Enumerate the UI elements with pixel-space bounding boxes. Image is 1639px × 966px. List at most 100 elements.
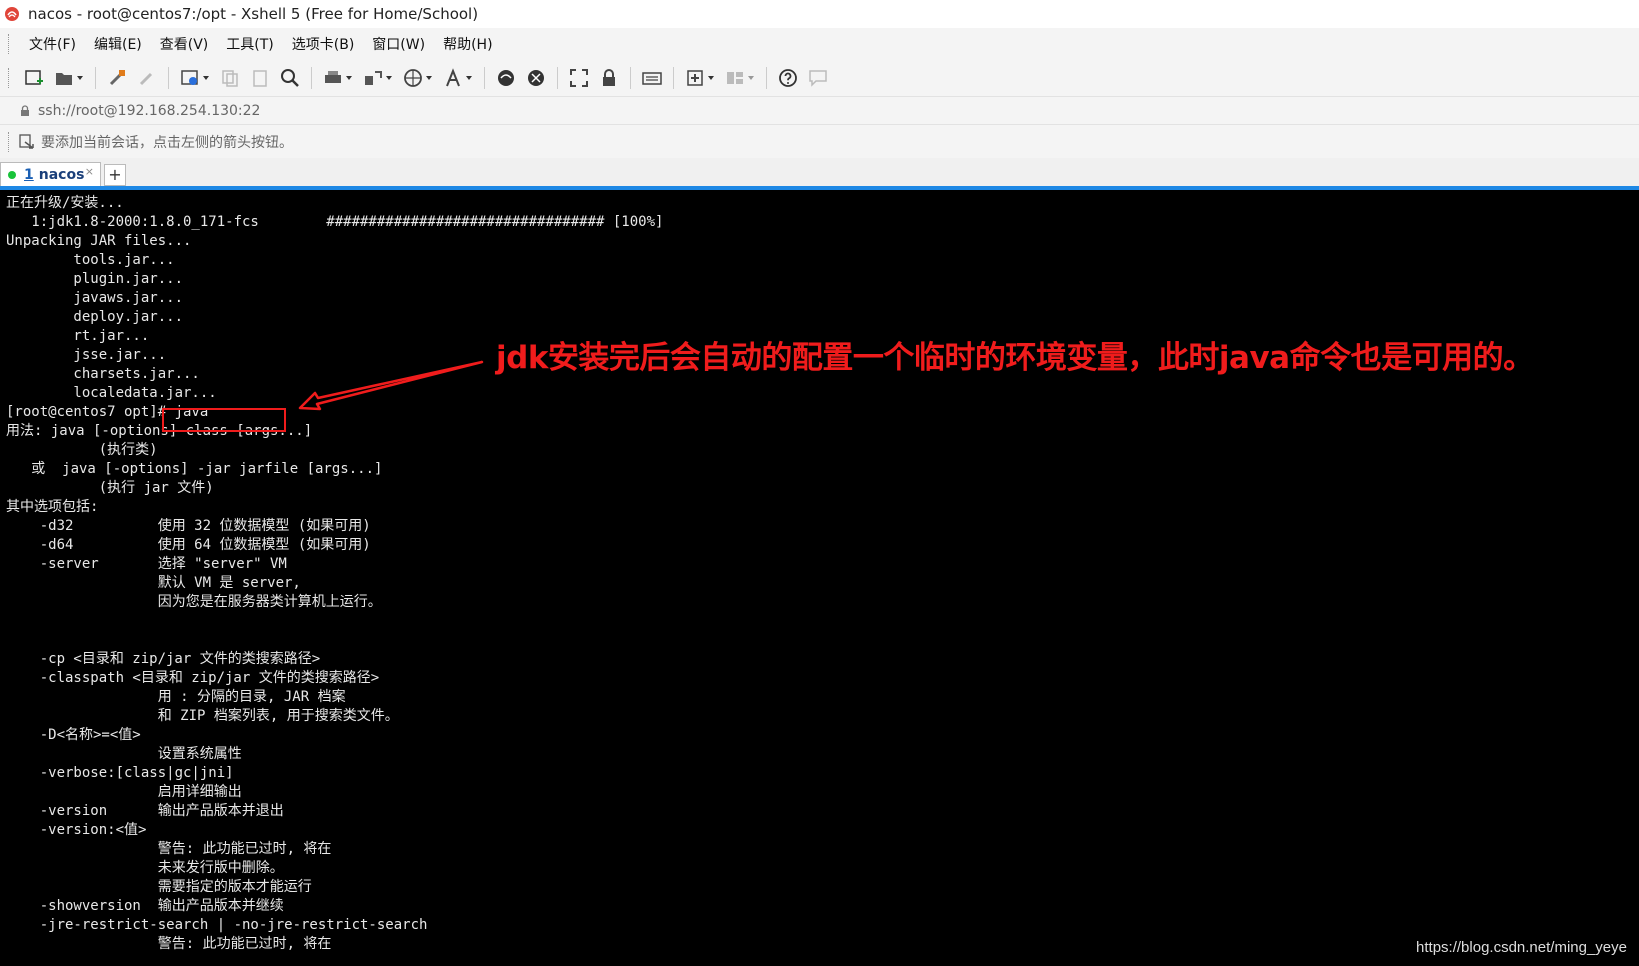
tab-nacos[interactable]: 1 nacos ×	[0, 162, 101, 186]
terminal-line: 其中选项包括:	[6, 499, 99, 515]
properties-icon	[181, 70, 198, 85]
toolbar	[0, 60, 1639, 96]
terminal-line: 默认 VM 是 server,	[6, 575, 301, 591]
print-button[interactable]	[322, 67, 344, 89]
chevron-down-icon[interactable]	[426, 75, 432, 81]
terminal-line: tools.jar...	[6, 252, 175, 268]
encoding-button[interactable]	[402, 67, 424, 89]
tab-label: nacos	[38, 166, 85, 183]
chevron-down-icon[interactable]	[203, 75, 209, 81]
xftp-icon	[498, 70, 514, 86]
new-tab-group-button[interactable]	[684, 67, 706, 89]
copy-icon	[222, 70, 238, 87]
terminal-line: -server 选择 "server" VM	[6, 556, 287, 572]
find-button[interactable]	[279, 67, 301, 89]
terminal-output[interactable]: 正在升级/安装... 1:jdk1.8-2000:1.8.0_171-fcs #…	[0, 190, 1639, 954]
session-address[interactable]: ssh://root@192.168.254.130:22	[38, 103, 260, 119]
terminal-line: 警告: 此功能已过时, 将在	[6, 841, 332, 857]
toolbar-separator	[557, 67, 558, 89]
folder-open-icon	[56, 73, 72, 85]
menu-grip[interactable]	[8, 34, 11, 54]
terminal-line: 需要指定的版本才能运行	[6, 879, 312, 895]
transfer-icon	[365, 71, 382, 85]
layout-icon	[727, 72, 743, 84]
fullscreen-button[interactable]	[568, 67, 590, 89]
add-box-icon	[687, 70, 703, 86]
new-tab-button[interactable]: +	[104, 164, 126, 186]
terminal-line: -d32 使用 32 位数据模型 (如果可用)	[6, 518, 371, 534]
menu-view[interactable]: 查看(V)	[160, 34, 209, 54]
terminal-line: localedata.jar...	[6, 385, 217, 401]
terminal-line: -cp <目录和 zip/jar 文件的类搜索路径>	[6, 651, 321, 667]
menu-file[interactable]: 文件(F)	[29, 34, 76, 54]
terminal-line: -version:<值>	[6, 822, 147, 838]
help-button[interactable]	[777, 67, 799, 89]
xmanager-button[interactable]	[525, 67, 547, 89]
chevron-down-icon[interactable]	[386, 75, 392, 81]
chevron-down-icon[interactable]	[346, 75, 352, 81]
toolbar-separator	[673, 67, 674, 89]
menu-tools[interactable]: 工具(T)	[226, 34, 273, 54]
menu-tabs[interactable]: 选项卡(B)	[292, 34, 355, 54]
transfer-button[interactable]	[362, 67, 384, 89]
toolbar-grip[interactable]	[8, 68, 11, 88]
xftp-button[interactable]	[495, 67, 517, 89]
terminal-line: Unpacking JAR files...	[6, 233, 192, 249]
chevron-down-icon[interactable]	[708, 75, 714, 81]
terminal[interactable]: 正在升级/安装... 1:jdk1.8-2000:1.8.0_171-fcs #…	[0, 190, 1639, 966]
lock-icon	[21, 104, 29, 116]
layout-button[interactable]	[724, 67, 746, 89]
chat-button[interactable]	[807, 67, 829, 89]
new-session-button[interactable]	[23, 67, 45, 89]
disconnect-button[interactable]	[136, 67, 158, 89]
menu-edit[interactable]: 编辑(E)	[94, 34, 142, 54]
terminal-line: -d64 使用 64 位数据模型 (如果可用)	[6, 537, 371, 553]
chevron-down-icon[interactable]	[748, 75, 754, 81]
hint-bar: 要添加当前会话，点击左侧的箭头按钮。	[0, 124, 1639, 158]
keyboard-button[interactable]	[641, 67, 663, 89]
terminal-line: 警告: 此功能已过时, 将在	[6, 936, 332, 952]
terminal-line: (执行类)	[6, 442, 158, 458]
toolbar-separator	[766, 67, 767, 89]
toolbar-separator	[95, 67, 96, 89]
xshell-app-icon	[5, 7, 19, 21]
terminal-line: -classpath <目录和 zip/jar 文件的类搜索路径>	[6, 670, 380, 686]
terminal-line: 或 java [-options] -jar jarfile [args...]	[6, 461, 383, 477]
close-icon[interactable]: ×	[85, 165, 94, 178]
chevron-down-icon[interactable]	[466, 75, 472, 81]
tab-strip: 1 nacos × +	[0, 158, 1639, 190]
terminal-line: 设置系统属性	[6, 746, 242, 762]
terminal-line: [root@centos7 opt]# java	[6, 404, 209, 420]
terminal-line: -D<名称>=<值>	[6, 727, 141, 743]
add-session-arrow-icon[interactable]	[19, 133, 35, 150]
terminal-line: 1:jdk1.8-2000:1.8.0_171-fcs ############…	[6, 214, 664, 230]
address-bar[interactable]: ssh://root@192.168.254.130:22	[0, 96, 1639, 124]
window-title: nacos - root@centos7:/opt - Xshell 5 (Fr…	[28, 5, 479, 23]
reconnect-button[interactable]	[106, 67, 128, 89]
menu-bar: 文件(F) 编辑(E) 查看(V) 工具(T) 选项卡(B) 窗口(W) 帮助(…	[0, 28, 1639, 60]
hint-grip[interactable]	[8, 131, 11, 152]
chevron-down-icon[interactable]	[77, 75, 83, 81]
toolbar-separator	[630, 67, 631, 89]
menu-window[interactable]: 窗口(W)	[372, 34, 425, 54]
properties-button[interactable]	[179, 67, 201, 89]
terminal-line: deploy.jar...	[6, 309, 184, 325]
keyboard-icon	[642, 72, 662, 85]
menu-help[interactable]: 帮助(H)	[443, 34, 492, 54]
terminal-line: -version 输出产品版本并退出	[6, 803, 284, 819]
lock-button[interactable]	[598, 67, 620, 89]
terminal-line: 因为您是在服务器类计算机上运行。	[6, 594, 382, 610]
copy-button[interactable]	[219, 67, 241, 89]
terminal-line: plugin.jar...	[6, 271, 184, 287]
connected-status-icon	[8, 170, 16, 179]
new-session-icon	[25, 70, 43, 85]
open-button[interactable]	[53, 67, 75, 89]
help-icon	[779, 69, 797, 87]
terminal-line: 启用详细输出	[6, 784, 242, 800]
font-button[interactable]	[442, 67, 464, 89]
paste-button[interactable]	[249, 67, 271, 89]
toolbar-separator	[311, 67, 312, 89]
title-bar: nacos - root@centos7:/opt - Xshell 5 (Fr…	[0, 0, 1639, 28]
terminal-line: -verbose:[class|gc|jni]	[6, 765, 234, 781]
